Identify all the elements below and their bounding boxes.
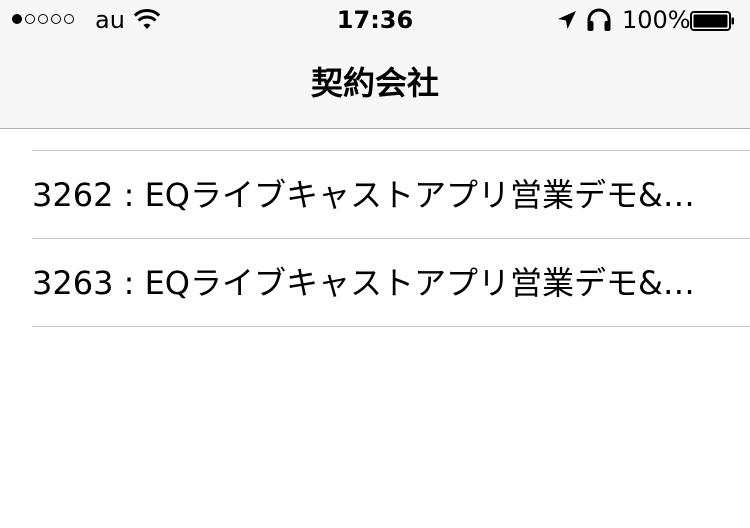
battery-icon xyxy=(690,11,734,31)
list-item-label: 3263 : EQライブキャストアプリ営業デモ&… xyxy=(32,264,695,302)
screen: au 17:36 100% 契約会社 3262: EQライブキャストアプリ営業… xyxy=(0,0,750,528)
status-bar: au 17:36 100% xyxy=(0,0,750,40)
top-bar: au 17:36 100% 契約会社 xyxy=(0,0,750,129)
headphones-icon xyxy=(587,8,611,31)
list-item[interactable]: 3263 : EQライブキャストアプリ営業デモ&… xyxy=(32,239,732,327)
battery-percentage: 100% xyxy=(622,6,691,34)
list-separator xyxy=(32,326,750,327)
list-item-label: 3262 : EQライブキャストアプリ営業デモ&… xyxy=(32,176,695,214)
page-title: 契約会社 xyxy=(310,64,439,102)
list-item[interactable]: 3262 : EQライブキャストアプリ営業デモ&… xyxy=(32,151,732,239)
location-arrow-icon xyxy=(558,11,576,29)
